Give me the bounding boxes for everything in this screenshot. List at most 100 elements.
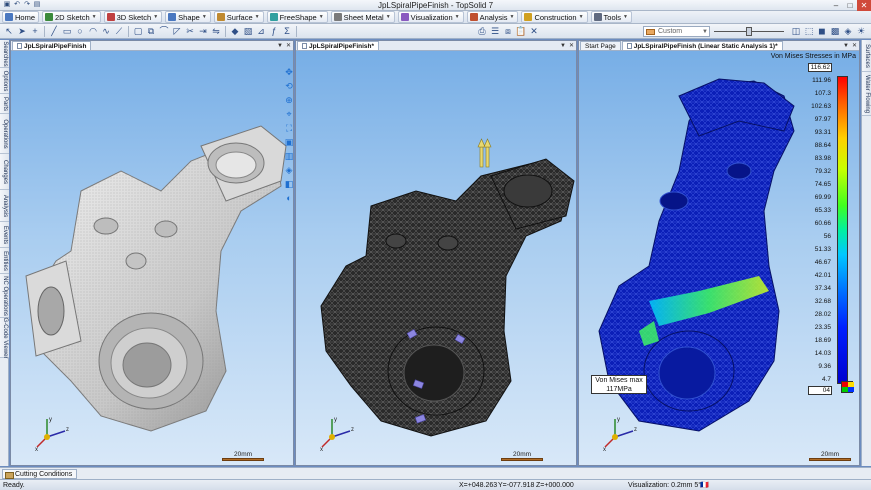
spline-icon[interactable]: ∿ (100, 25, 112, 37)
close-tab-icon[interactable]: ✕ (852, 41, 857, 51)
viewport-middle[interactable]: JpLSpiralPipeFinish* ▼ ✕ y z x 20mm (295, 40, 577, 466)
dock-tab-options[interactable]: Options (0, 68, 9, 94)
pointer-icon[interactable]: ➤ (16, 25, 28, 37)
chevron-down-icon: ▼ (623, 14, 628, 20)
menu-visualization[interactable]: Visualization ▼ (397, 11, 464, 23)
box-icon[interactable]: ▧ (242, 25, 254, 37)
paste-icon[interactable]: 📋 (515, 25, 527, 37)
view-iso-icon[interactable]: ◈ (283, 165, 293, 176)
document-tab[interactable]: JpLSpiralPipeFinish (12, 41, 92, 50)
arrow-select-icon[interactable]: ↖ (3, 25, 15, 37)
dock-tab-analysis[interactable]: Analysis (0, 190, 9, 222)
tab-menu-icon[interactable]: ▼ (277, 41, 283, 51)
dock-tab-nc-operations[interactable]: NC Operations (0, 274, 9, 318)
offset-icon[interactable]: ⧉ (145, 25, 157, 37)
style-dropdown[interactable]: Custom ▼ (643, 26, 710, 37)
dock-tab-events[interactable]: Events (0, 222, 9, 248)
dock-tab-parts[interactable]: Parts (0, 94, 9, 114)
arc-icon[interactable]: ◠ (87, 25, 99, 37)
dock-tab-entities[interactable]: Entities (0, 248, 9, 274)
menu-shape[interactable]: Shape ▼ (165, 11, 211, 23)
rotate-icon[interactable]: ⟲ (283, 81, 293, 92)
close-tab-icon[interactable]: ✕ (569, 41, 574, 51)
menu-freeshape[interactable]: FreeShape ▼ (266, 11, 328, 23)
section-icon[interactable]: ◧ (283, 179, 293, 190)
trim-icon[interactable]: ✂ (184, 25, 196, 37)
chamfer-icon[interactable]: ◸ (171, 25, 183, 37)
save-icon[interactable]: ▣ (3, 1, 11, 9)
legend-settings-icon[interactable] (841, 381, 854, 393)
zoom-window-icon[interactable]: ⌖ (283, 109, 293, 120)
zoom-all-icon[interactable]: ⛶ (283, 123, 293, 134)
layers-icon[interactable]: ☰ (489, 25, 501, 37)
menu-analysis[interactable]: Analysis ▼ (466, 11, 519, 23)
render-icon[interactable]: ◈ (842, 25, 854, 37)
tab-menu-icon[interactable]: ▼ (843, 41, 849, 51)
legend-min-value[interactable]: 04 (808, 386, 832, 395)
dock-tab-changes[interactable]: Changes (0, 154, 9, 190)
maximize-button[interactable]: □ (843, 0, 857, 11)
minimize-button[interactable]: – (829, 0, 843, 11)
viewport-canvas[interactable]: y z x 20mm (296, 51, 576, 465)
rectangle-icon[interactable]: ▭ (61, 25, 73, 37)
dock-tab-surfaces[interactable]: Surfaces (862, 40, 871, 72)
menu-3d-sketch[interactable]: 3D Sketch ▼ (103, 11, 163, 23)
formula-icon[interactable]: Σ (281, 25, 293, 37)
appearance-icon[interactable]: ◐ (283, 193, 293, 204)
start-page-tab[interactable]: Start Page (580, 41, 621, 50)
menu-tools[interactable]: Tools ▼ (590, 11, 632, 23)
view-top-icon[interactable]: ▥ (283, 151, 293, 162)
viewport-canvas[interactable]: ✥ ⟲ ⊕ ⌖ ⛶ ▣ ▥ ◈ ◧ ◐ y z x 20mm (11, 51, 293, 465)
legend-max-value[interactable]: 116.62 (808, 63, 832, 72)
view-front-icon[interactable]: ▣ (283, 137, 293, 148)
hidden-lines-icon[interactable]: ◫ (790, 25, 802, 37)
dock-tab-water-flowing[interactable]: Water Flowing (862, 72, 871, 116)
fillet-icon[interactable]: ⌒ (158, 25, 170, 37)
pan-icon[interactable]: ✥ (283, 67, 293, 78)
scale-bar-rule (809, 458, 851, 461)
menu-home[interactable]: Home (2, 11, 40, 23)
viewport-right[interactable]: Start Page JpLSpiralPipeFinish (Linear S… (578, 40, 860, 466)
shaded-edges-icon[interactable]: ▩ (829, 25, 841, 37)
rounded-rectangle-icon[interactable]: ▢ (132, 25, 144, 37)
part-model-mesh[interactable] (296, 51, 577, 466)
open-icon[interactable]: ▤ (33, 1, 41, 9)
menu-2d-sketch[interactable]: 2D Sketch ▼ (42, 11, 101, 23)
copy-icon[interactable]: ⧈ (502, 25, 514, 37)
undo-icon[interactable]: ↶ (13, 1, 21, 9)
shaded-icon[interactable]: ◼ (816, 25, 828, 37)
transparency-slider[interactable] (714, 27, 784, 36)
dock-tab-g-code-viewer[interactable]: G-Code Viewer (0, 317, 9, 358)
circle-icon[interactable]: ○ (74, 25, 86, 37)
zoom-icon[interactable]: ⊕ (283, 95, 293, 106)
light-icon[interactable]: ☀ (855, 25, 867, 37)
slider-thumb[interactable] (746, 27, 752, 36)
polyline-icon[interactable]: ⟋ (113, 25, 125, 37)
plus-icon[interactable]: + (29, 25, 41, 37)
viewport-canvas[interactable]: Von Mises Stresses in MPa 116.62 111.96 1… (579, 51, 859, 465)
close-button[interactable]: ✕ (857, 0, 871, 11)
mirror-icon[interactable]: ⇋ (210, 25, 222, 37)
extend-icon[interactable]: ⇥ (197, 25, 209, 37)
line-icon[interactable]: ╱ (48, 25, 60, 37)
document-tab[interactable]: JpLSpiralPipeFinish (Linear Static Analy… (621, 41, 783, 50)
document-tab[interactable]: JpLSpiralPipeFinish* (297, 41, 380, 50)
viewport-tabs: JpLSpiralPipeFinish* (296, 41, 576, 51)
part-model-shaded[interactable] (11, 51, 294, 466)
redo-icon[interactable]: ↷ (23, 1, 31, 9)
dock-tab-operations[interactable]: Operations (0, 114, 9, 154)
measure-icon[interactable]: ⊿ (255, 25, 267, 37)
menu-surface[interactable]: Surface ▼ (213, 11, 264, 23)
close-tab-icon[interactable]: ✕ (286, 41, 291, 51)
tab-menu-icon[interactable]: ▼ (560, 41, 566, 51)
shape-icon[interactable]: ◆ (229, 25, 241, 37)
cutting-conditions-tab[interactable]: Cutting Conditions (2, 469, 78, 479)
delete-icon[interactable]: ✕ (528, 25, 540, 37)
viewport-left[interactable]: JpLSpiralPipeFinish ▼ ✕ ✥ ⟲ ⊕ ⌖ ⛶ ▣ ▥ ◈ … (10, 40, 294, 466)
wireframe-icon[interactable]: ⬚ (803, 25, 815, 37)
menu-sheet-metal[interactable]: Sheet Metal ▼ (330, 11, 395, 23)
dock-tab-searches[interactable]: Searches (0, 40, 9, 68)
print-icon[interactable]: ⎙ (476, 25, 488, 37)
function-icon[interactable]: ƒ (268, 25, 280, 37)
menu-construction[interactable]: Construction ▼ (521, 11, 588, 23)
